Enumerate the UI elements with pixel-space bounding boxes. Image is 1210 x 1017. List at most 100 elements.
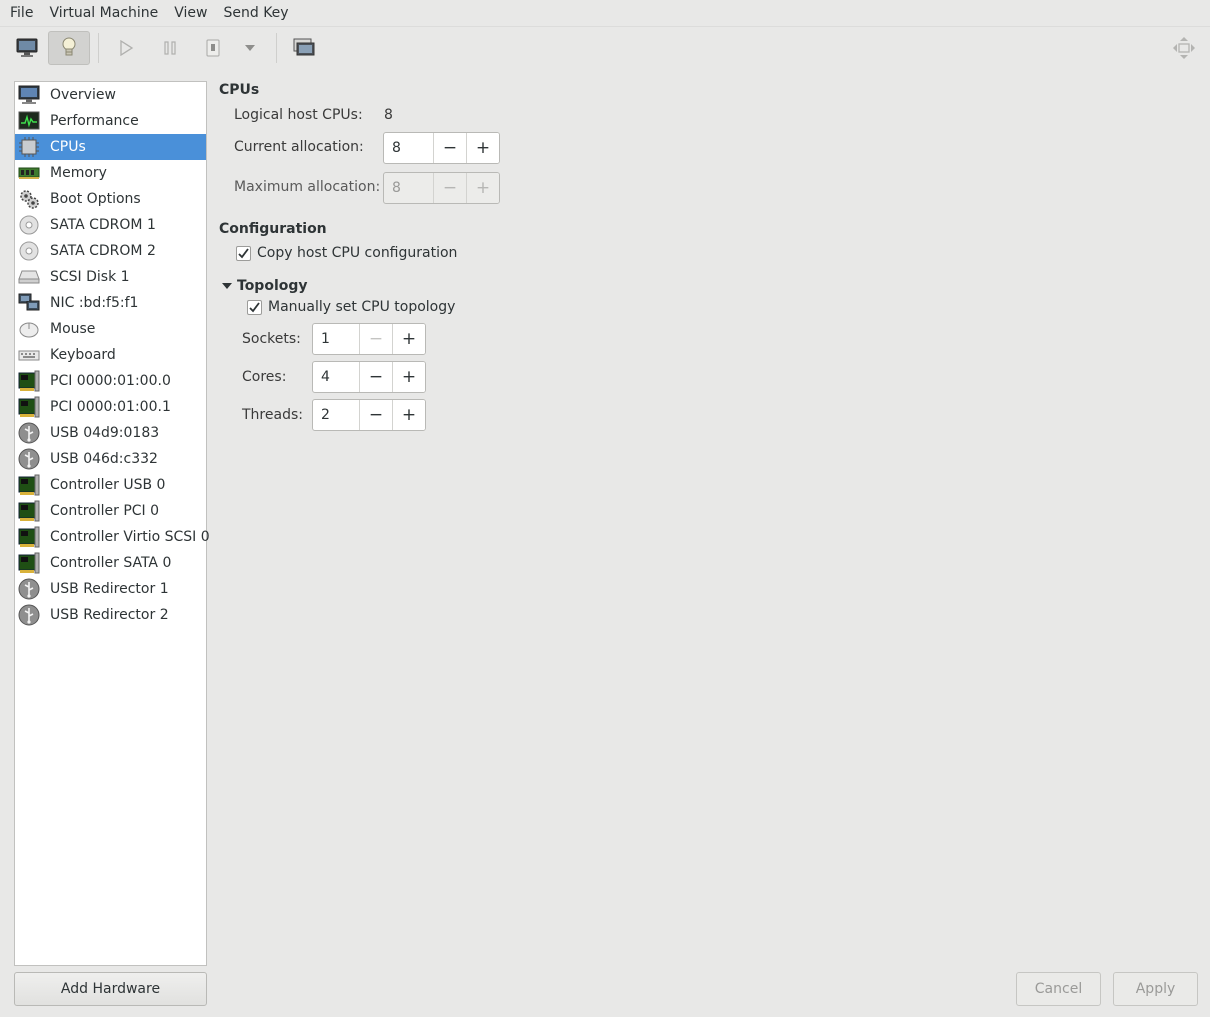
cores-increment-button[interactable]: +: [392, 362, 425, 392]
cores-decrement-button[interactable]: −: [359, 362, 392, 392]
toolbar-separator: [98, 33, 99, 63]
menu-view[interactable]: View: [166, 0, 215, 27]
chevron-down-icon: [245, 45, 255, 51]
current-allocation-label: Current allocation:: [234, 139, 364, 155]
sockets-input[interactable]: 1: [313, 324, 359, 354]
maximum-allocation-increment-button[interactable]: +: [466, 173, 499, 203]
sidebar-item-label: Controller PCI 0: [50, 503, 160, 519]
sidebar-item-label: Controller Virtio SCSI 0: [50, 529, 210, 545]
maximum-allocation-decrement-button[interactable]: −: [433, 173, 466, 203]
cpu-icon: [17, 135, 41, 159]
sidebar-item-label: SCSI Disk 1: [50, 269, 130, 285]
monitor-icon: [16, 38, 38, 57]
sidebar-item-cpus[interactable]: CPUs: [15, 134, 206, 160]
apply-button[interactable]: Apply: [1113, 972, 1198, 1006]
sidebar-item-keyboard[interactable]: Keyboard: [15, 342, 206, 368]
fullscreen-button[interactable]: [1163, 31, 1205, 65]
sidebar-item-label: Overview: [50, 87, 116, 103]
sidebar-item-sata-cdrom-2[interactable]: SATA CDROM 2: [15, 238, 206, 264]
sidebar-item-usb-redirector-2[interactable]: USB Redirector 2: [15, 602, 206, 628]
current-allocation-decrement-button[interactable]: −: [433, 133, 466, 163]
cpus-section-title: CPUs: [219, 82, 260, 98]
lightbulb-icon: [62, 37, 76, 56]
sidebar-item-controller-usb-0[interactable]: Controller USB 0: [15, 472, 206, 498]
maximum-allocation-label: Maximum allocation:: [234, 179, 381, 195]
run-button[interactable]: [105, 31, 147, 65]
sockets-increment-button[interactable]: +: [392, 324, 425, 354]
sockets-label: Sockets:: [242, 331, 301, 347]
topology-expander[interactable]: Topology: [222, 278, 308, 294]
sidebar-item-label: Performance: [50, 113, 139, 129]
sidebar-item-nic[interactable]: NIC :bd:f5:f1: [15, 290, 206, 316]
sidebar-item-overview[interactable]: Overview: [15, 82, 206, 108]
copy-host-cpu-row[interactable]: Copy host CPU configuration: [236, 245, 457, 261]
details-button[interactable]: [48, 31, 90, 65]
maximum-allocation-input[interactable]: 8: [384, 173, 433, 203]
sidebar-item-controller-sata-0[interactable]: Controller SATA 0: [15, 550, 206, 576]
sidebar-item-sata-cdrom-1[interactable]: SATA CDROM 1: [15, 212, 206, 238]
sidebar-item-controller-pci-0[interactable]: Controller PCI 0: [15, 498, 206, 524]
sidebar-item-label: Controller USB 0: [50, 477, 166, 493]
current-allocation-increment-button[interactable]: +: [466, 133, 499, 163]
pause-button[interactable]: [149, 31, 191, 65]
toolbar-separator: [276, 33, 277, 63]
menu-file[interactable]: File: [2, 0, 41, 27]
copy-host-cpu-checkbox[interactable]: [236, 245, 251, 261]
sidebar-item-pci-0000-01-00-1[interactable]: PCI 0000:01:00.1: [15, 394, 206, 420]
sidebar-item-label: USB Redirector 2: [50, 607, 169, 623]
menubar: File Virtual Machine View Send Key: [0, 0, 1210, 27]
sidebar-item-boot-options[interactable]: Boot Options: [15, 186, 206, 212]
cancel-button[interactable]: Cancel: [1016, 972, 1101, 1006]
sidebar-item-label: NIC :bd:f5:f1: [50, 295, 139, 311]
sidebar-item-usb-046d-c332[interactable]: USB 046d:c332: [15, 446, 206, 472]
logical-host-cpus-label: Logical host CPUs:: [234, 107, 363, 123]
threads-spinner: 2 − +: [312, 399, 426, 431]
current-allocation-spinner: 8 − +: [383, 132, 500, 164]
menu-send-key[interactable]: Send Key: [215, 0, 296, 27]
sidebar-item-controller-virtio-scsi-0[interactable]: Controller Virtio SCSI 0: [15, 524, 210, 550]
cores-spinner: 4 − +: [312, 361, 426, 393]
snapshots-button[interactable]: [283, 31, 325, 65]
threads-input[interactable]: 2: [313, 400, 359, 430]
threads-increment-button[interactable]: +: [392, 400, 425, 430]
checkmark-icon: [249, 301, 260, 312]
threads-decrement-button[interactable]: −: [359, 400, 392, 430]
memory-icon: [17, 161, 41, 185]
pci-card-icon: [17, 551, 41, 575]
power-icon: [206, 39, 220, 57]
usb-icon: [17, 421, 41, 445]
sidebar-item-pci-0000-01-00-0[interactable]: PCI 0000:01:00.0: [15, 368, 206, 394]
add-hardware-button[interactable]: Add Hardware: [14, 972, 207, 1006]
copy-host-cpu-label: Copy host CPU configuration: [257, 245, 458, 261]
cores-input[interactable]: 4: [313, 362, 359, 392]
cdrom-icon: [17, 213, 41, 237]
console-button[interactable]: [6, 31, 48, 65]
manual-topology-checkbox[interactable]: [247, 299, 262, 315]
sidebar-item-memory[interactable]: Memory: [15, 160, 206, 186]
snapshots-icon: [293, 38, 315, 56]
shutdown-button[interactable]: [192, 31, 234, 65]
pause-icon: [164, 41, 176, 55]
usb-icon: [17, 577, 41, 601]
sidebar-item-usb-04d9-0183[interactable]: USB 04d9:0183: [15, 420, 206, 446]
sockets-decrement-button[interactable]: −: [359, 324, 392, 354]
gears-icon: [17, 187, 41, 211]
disk-icon: [17, 265, 41, 289]
sidebar-item-label: USB Redirector 1: [50, 581, 169, 597]
sidebar-item-label: PCI 0000:01:00.0: [50, 373, 171, 389]
expander-arrow-icon: [222, 283, 232, 289]
current-allocation-input[interactable]: 8: [384, 133, 433, 163]
manual-topology-row[interactable]: Manually set CPU topology: [247, 299, 455, 315]
sidebar-item-mouse[interactable]: Mouse: [15, 316, 206, 342]
sidebar-item-performance[interactable]: Performance: [15, 108, 206, 134]
configuration-section-title: Configuration: [219, 221, 327, 237]
fullscreen-icon: [1173, 37, 1195, 59]
sidebar-item-label: Mouse: [50, 321, 96, 337]
sidebar-item-label: Controller SATA 0: [50, 555, 172, 571]
menu-virtual-machine[interactable]: Virtual Machine: [41, 0, 166, 27]
sidebar-item-scsi-disk-1[interactable]: SCSI Disk 1: [15, 264, 206, 290]
sidebar-item-usb-redirector-1[interactable]: USB Redirector 1: [15, 576, 206, 602]
sidebar-item-label: CPUs: [50, 139, 86, 155]
usb-icon: [17, 447, 41, 471]
shutdown-menu-button[interactable]: [232, 31, 268, 65]
